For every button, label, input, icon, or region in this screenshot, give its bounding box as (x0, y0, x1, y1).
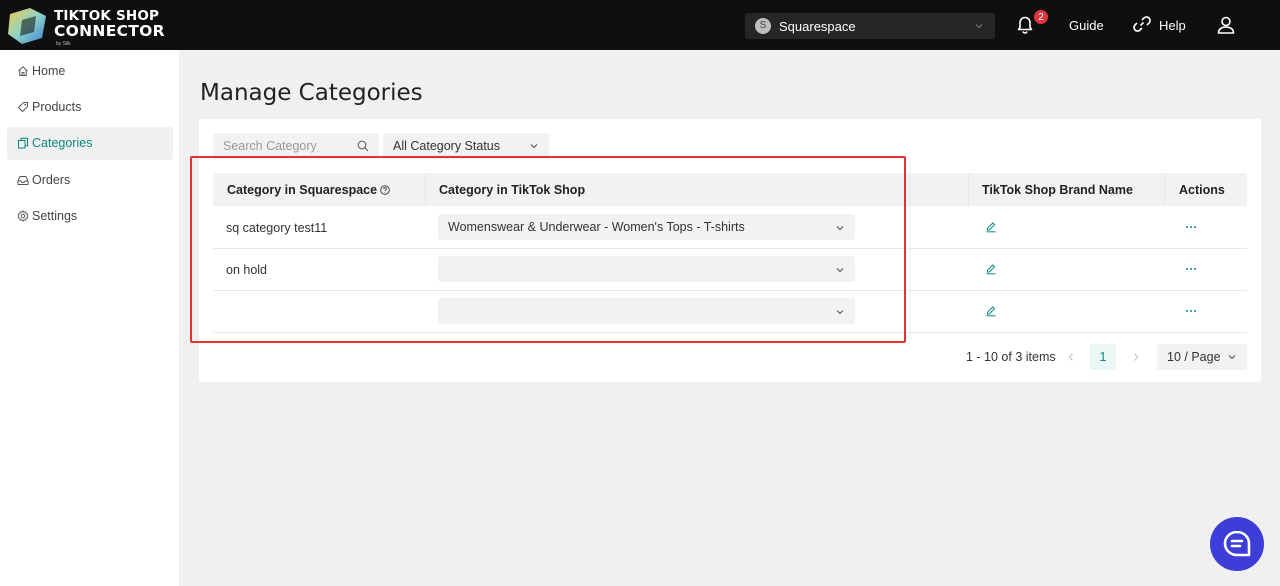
bell-icon[interactable] (1015, 15, 1035, 35)
table-row (213, 291, 1247, 333)
link-icon[interactable] (1133, 15, 1151, 33)
tiktok-category-select[interactable]: Womenswear & Underwear - Women's Tops - … (438, 214, 855, 240)
sidebar-item-products[interactable]: Products (7, 91, 173, 124)
edit-icon[interactable] (985, 221, 997, 233)
chevron-right-icon[interactable] (1130, 350, 1142, 364)
copy-icon (18, 137, 28, 149)
chevron-down-icon (975, 24, 983, 29)
chevron-down-icon (836, 310, 844, 315)
pagination-info: 1 - 10 of 3 items (966, 350, 1056, 364)
chat-button[interactable] (1210, 517, 1264, 571)
logo-mark-icon (8, 8, 46, 44)
user-icon[interactable] (1216, 15, 1236, 35)
question-circle-icon[interactable] (380, 185, 390, 195)
sidebar-item-label: Products (32, 100, 82, 114)
search-box[interactable] (213, 133, 379, 159)
table-row: sq category test11 Womenswear & Underwea… (213, 207, 1247, 249)
column-header-squarespace: Category in Squarespace (227, 183, 390, 197)
column-header-tiktok-category: Category in TikTok Shop (439, 183, 586, 197)
more-actions-icon[interactable] (1184, 221, 1198, 233)
search-icon[interactable] (357, 140, 369, 152)
sidebar-item-label: Settings (32, 209, 78, 223)
logo-subtitle: by Silk (56, 41, 71, 47)
inbox-icon (17, 176, 29, 185)
squarespace-category-cell: on hold (226, 263, 268, 277)
column-header-label: Category in Squarespace (227, 183, 378, 197)
tiktok-category-select[interactable] (438, 256, 855, 282)
tiktok-category-select[interactable] (438, 298, 855, 324)
column-header-actions: Actions (1179, 183, 1225, 197)
chat-icon (1223, 530, 1251, 557)
pagination-page-1[interactable]: 1 (1090, 344, 1116, 370)
edit-icon[interactable] (985, 305, 997, 317)
chevron-down-icon (836, 226, 844, 231)
app-logo[interactable]: TIKTOK SHOP CONNECTOR by Silk (6, 6, 165, 47)
search-input[interactable] (213, 133, 353, 159)
chevron-down-icon (1228, 355, 1236, 360)
sidebar-item-orders[interactable]: Orders (7, 164, 173, 197)
category-status-value: All Category Status (393, 139, 500, 153)
home-icon (18, 66, 28, 76)
column-divider (1164, 173, 1165, 206)
sidebar-item-label: Categories (32, 136, 93, 150)
chevron-down-icon (836, 268, 844, 273)
table-header: Category in Squarespace Category in TikT… (213, 173, 1247, 206)
gear-icon (17, 210, 29, 222)
guide-link[interactable]: Guide (1069, 18, 1104, 33)
page-title: Manage Categories (200, 80, 423, 106)
top-bar: TIKTOK SHOP CONNECTOR by Silk S Squaresp… (0, 0, 1280, 50)
category-status-select[interactable]: All Category Status (383, 133, 549, 159)
shop-name: Squarespace (779, 19, 856, 34)
page-size-select[interactable]: 10 / Page (1157, 344, 1247, 370)
edit-icon[interactable] (985, 263, 997, 275)
column-divider (968, 173, 969, 206)
chevron-down-icon (530, 144, 538, 149)
notification-badge: 2 (1033, 9, 1049, 25)
more-actions-icon[interactable] (1184, 263, 1198, 275)
sidebar-item-categories[interactable]: Categories (7, 127, 173, 160)
tag-icon (18, 102, 28, 112)
logo-text: TIKTOK SHOP CONNECTOR (54, 9, 165, 39)
more-actions-icon[interactable] (1184, 305, 1198, 317)
squarespace-category-cell: sq category test11 (226, 221, 328, 235)
column-header-brand-name: TikTok Shop Brand Name (982, 183, 1133, 197)
shop-avatar: S (755, 18, 771, 34)
shop-selector[interactable]: S Squarespace (745, 13, 995, 39)
sidebar: Home Products Categories Orders Settings (0, 50, 179, 586)
help-link[interactable]: Help (1159, 18, 1186, 33)
table-row: on hold (213, 249, 1247, 291)
sidebar-item-label: Orders (32, 173, 71, 187)
logo-line2: CONNECTOR (54, 22, 165, 40)
tiktok-category-value: Womenswear & Underwear - Women's Tops - … (448, 220, 745, 234)
sidebar-item-home[interactable]: Home (7, 55, 173, 88)
sidebar-item-settings[interactable]: Settings (7, 200, 173, 233)
column-divider (425, 173, 426, 206)
chevron-left-icon[interactable] (1065, 350, 1077, 364)
sidebar-item-label: Home (32, 64, 66, 78)
page-size-value: 10 / Page (1167, 350, 1221, 364)
